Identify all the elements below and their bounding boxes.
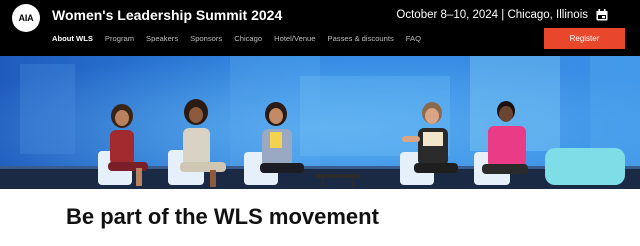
register-button[interactable]: Register bbox=[544, 28, 625, 49]
main-nav: About WLS Program Speakers Sponsors Chic… bbox=[52, 34, 421, 43]
nav-program[interactable]: Program bbox=[105, 34, 134, 43]
nav-faq[interactable]: FAQ bbox=[406, 34, 421, 43]
nav-chicago[interactable]: Chicago bbox=[234, 34, 262, 43]
aia-logo[interactable]: AIA bbox=[12, 4, 40, 32]
nav-hotel-venue[interactable]: Hotel/Venue bbox=[274, 34, 315, 43]
hero-illustration bbox=[0, 56, 640, 189]
event-date-location: October 8–10, 2024 | Chicago, Illinois bbox=[396, 9, 588, 21]
hero-image-panel-discussion bbox=[0, 56, 640, 189]
top-bar: AIA Women's Leadership Summit 2024 Octob… bbox=[0, 0, 640, 56]
nav-about-wls[interactable]: About WLS bbox=[52, 34, 93, 43]
nav-sponsors[interactable]: Sponsors bbox=[190, 34, 222, 43]
nav-speakers[interactable]: Speakers bbox=[146, 34, 178, 43]
nav-passes-discounts[interactable]: Passes & discounts bbox=[328, 34, 394, 43]
event-title: Women's Leadership Summit 2024 bbox=[52, 7, 283, 23]
section-headline: Be part of the WLS movement bbox=[66, 204, 379, 229]
calendar-icon[interactable] bbox=[596, 9, 608, 21]
